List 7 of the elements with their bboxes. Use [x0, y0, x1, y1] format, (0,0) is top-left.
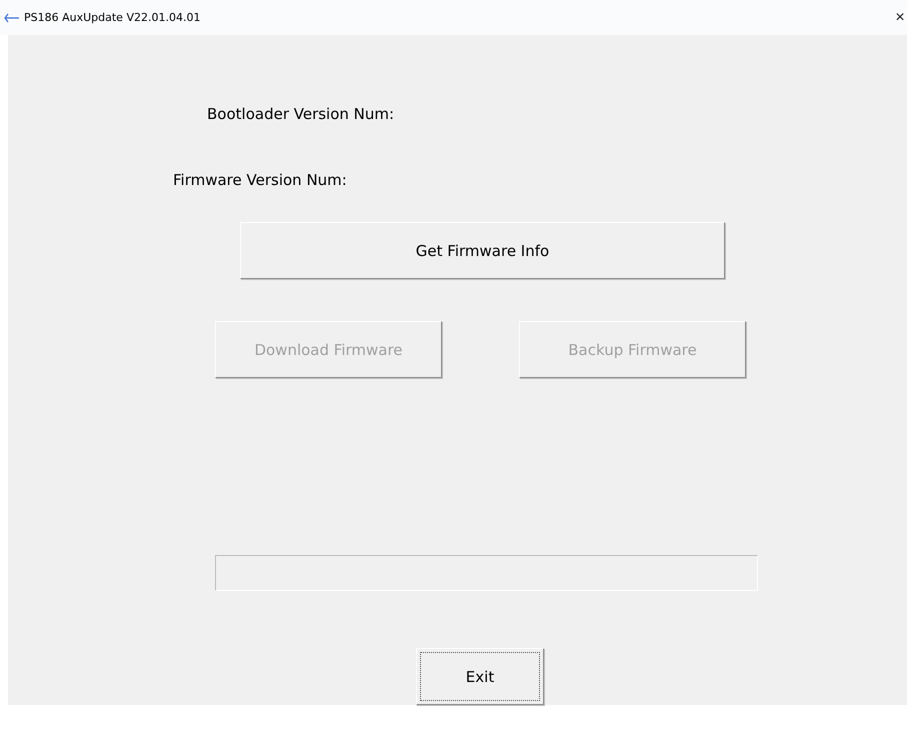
- bootloader-version-label: Bootloader Version Num:: [207, 105, 394, 123]
- exit-button[interactable]: Exit: [416, 648, 544, 705]
- window-title: PS186 AuxUpdate V22.01.04.01: [24, 11, 202, 24]
- get-firmware-info-button[interactable]: Get Firmware Info: [240, 222, 725, 279]
- close-button[interactable]: ×: [893, 8, 907, 26]
- firmware-version-label: Firmware Version Num:: [173, 171, 347, 189]
- app-icon: [4, 12, 20, 22]
